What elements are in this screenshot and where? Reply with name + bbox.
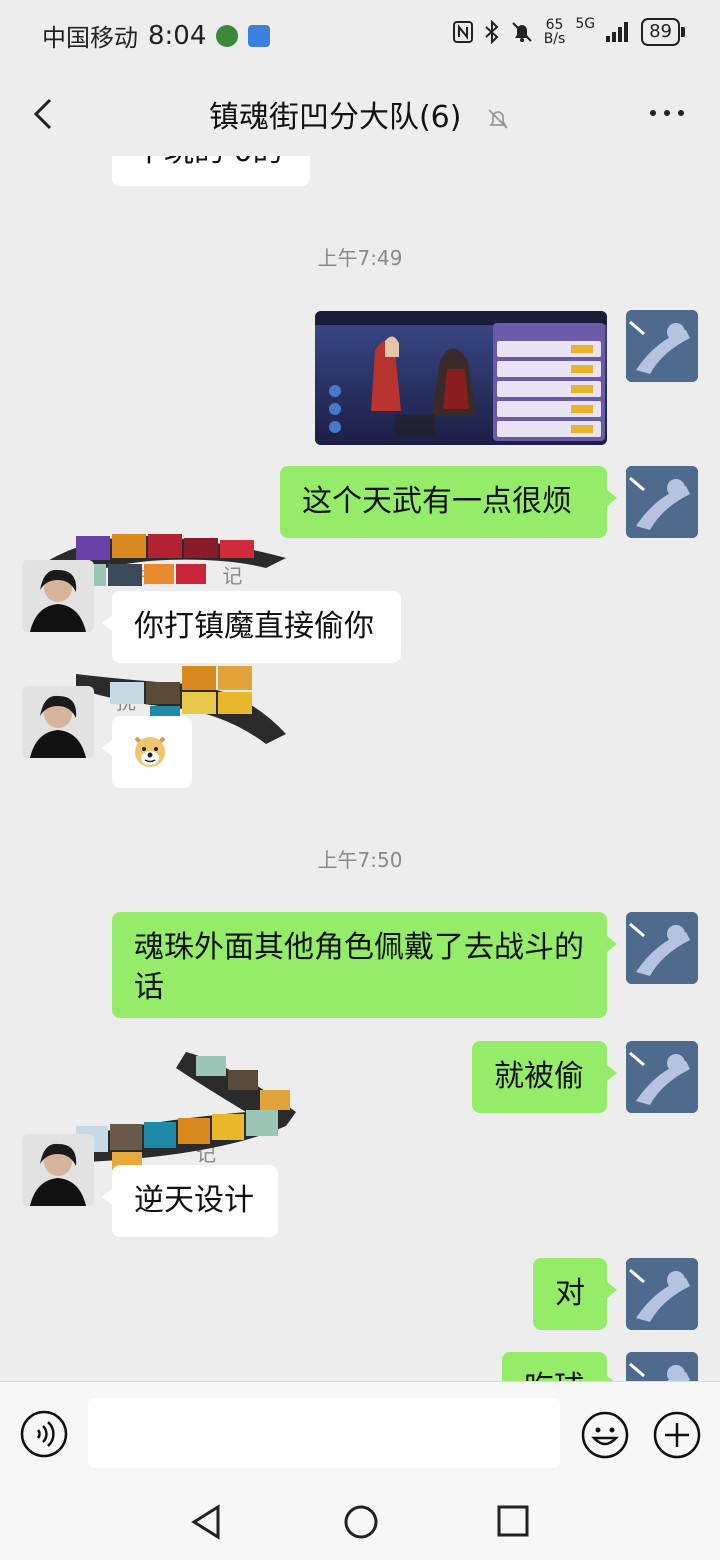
tom-cat-avatar-icon (626, 1352, 698, 1381)
message-text: 对 (555, 1276, 585, 1311)
avatar-member[interactable] (22, 560, 94, 632)
message-bubble-sent[interactable]: 对 (533, 1258, 617, 1330)
message-bubble-sent[interactable]: 就被偷 (472, 1041, 617, 1113)
image-message[interactable] (315, 311, 607, 445)
tom-cat-avatar-icon (626, 912, 698, 984)
avatar-self[interactable] (626, 912, 698, 984)
plus-icon[interactable] (652, 1410, 702, 1460)
net-speed: 65 B/s (544, 18, 566, 46)
tom-cat-avatar-icon (626, 1258, 698, 1330)
shield-icon (248, 24, 271, 47)
game-screenshot-image (315, 311, 607, 445)
net-speed-unit: B/s (543, 31, 566, 47)
app-notification-icon (216, 24, 239, 47)
avatar-member[interactable] (22, 1134, 94, 1206)
avatar-self[interactable] (626, 1352, 698, 1381)
network-type: 5G (575, 16, 596, 32)
message-bubble-sent[interactable]: 这个天武有一点很烦 (280, 466, 617, 538)
recents-square-icon[interactable] (496, 1504, 530, 1538)
avatar-self[interactable] (626, 466, 698, 538)
chat-title-wrap: 镇魂街凹分大队(6) (0, 92, 720, 136)
avatar-member[interactable] (22, 686, 94, 758)
signal-icon (606, 22, 629, 42)
person-avatar-icon (22, 686, 94, 758)
status-right: 65 B/s 5G 89 (452, 16, 685, 46)
message-text: 魂珠外面其他角色佩戴了去战斗的话 (134, 930, 584, 1005)
battery-indicator: 89 (641, 18, 685, 46)
timestamp: 上午7:49 (317, 246, 403, 270)
nfc-icon (452, 21, 473, 43)
message-bubble-received[interactable]: 你打镇魔直接偷你 (102, 591, 401, 663)
tom-cat-avatar-icon (626, 466, 698, 538)
message-text: 这个天武有一点很烦 (302, 484, 572, 519)
bell-off-icon (488, 108, 508, 129)
tom-cat-avatar-icon (626, 1041, 698, 1113)
clock: 8:04 (148, 20, 207, 51)
ellipsis-dot (664, 110, 670, 116)
ellipsis-icon (650, 110, 656, 116)
person-avatar-icon (22, 560, 94, 632)
bell-off-status-icon (511, 22, 532, 42)
avatar-self[interactable] (626, 310, 698, 382)
net-speed-value: 65 (545, 17, 564, 33)
message-bubble-received[interactable]: 逆天设计 (102, 1165, 278, 1237)
voice-icon[interactable] (20, 1410, 68, 1458)
message-bubble-sent[interactable]: 吃球 (502, 1352, 617, 1381)
doge-emoji-icon (134, 736, 166, 767)
chat-header: 镇魂街凹分大队(6) (0, 72, 720, 156)
more-options-button[interactable] (650, 98, 690, 128)
status-left: 中国移动 8:04 (42, 18, 271, 53)
avatar-self[interactable] (626, 1258, 698, 1330)
message-text: 吃球 (524, 1370, 584, 1381)
carrier-label: 中国移动 (42, 24, 138, 52)
battery-level: 89 (649, 21, 672, 42)
message-input[interactable] (88, 1398, 560, 1468)
message-text: 逆天设计 (134, 1183, 254, 1218)
avatar-self[interactable] (626, 1041, 698, 1113)
tom-cat-avatar-icon (626, 310, 698, 382)
message-input-bar (0, 1381, 720, 1486)
system-navigation-bar (0, 1486, 720, 1560)
chat-title: 镇魂街凹分大队(6) (208, 100, 462, 135)
message-text: 就被偷 (494, 1059, 584, 1094)
message-text: 你打镇魔直接偷你 (134, 609, 374, 644)
chat-messages[interactable]: 不玩的 0的 上午7:49 (0, 156, 720, 1381)
message-text: 不玩的 0的 (134, 156, 283, 169)
person-avatar-icon (22, 1134, 94, 1206)
back-triangle-icon[interactable] (190, 1504, 222, 1540)
bluetooth-icon (485, 20, 499, 44)
message-bubble-received[interactable]: 不玩的 0的 (112, 156, 310, 186)
message-bubble-sent[interactable]: 魂珠外面其他角色佩戴了去战斗的话 (112, 912, 617, 1018)
status-bar: 中国移动 8:04 65 B/s 5G 89 (0, 0, 720, 72)
smiley-icon[interactable] (580, 1410, 630, 1460)
home-circle-icon[interactable] (343, 1504, 379, 1540)
message-bubble-received[interactable] (102, 716, 192, 788)
ellipsis-dot (678, 110, 684, 116)
timestamp: 上午7:50 (317, 848, 403, 872)
